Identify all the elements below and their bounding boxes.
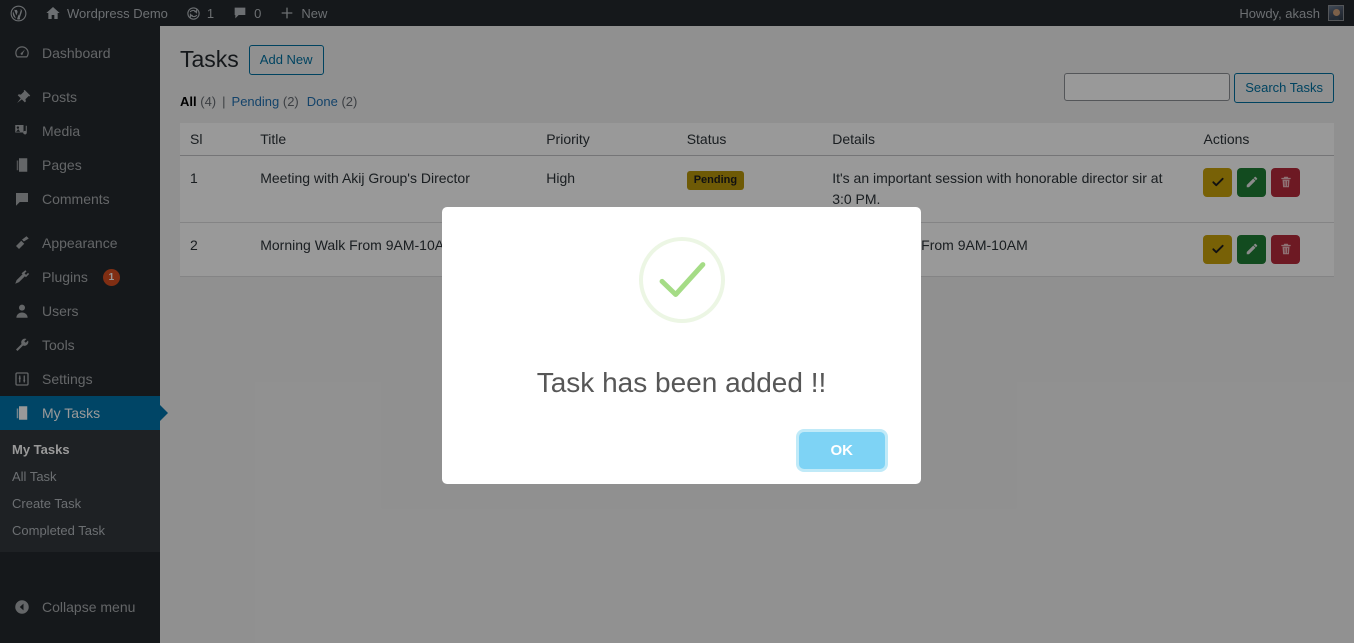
success-check-icon (638, 237, 725, 323)
modal-footer: OK (442, 432, 921, 469)
modal-message: Task has been added !! (536, 367, 827, 398)
ok-button[interactable]: OK (798, 432, 885, 469)
success-modal: Task has been added !! OK (442, 207, 921, 484)
